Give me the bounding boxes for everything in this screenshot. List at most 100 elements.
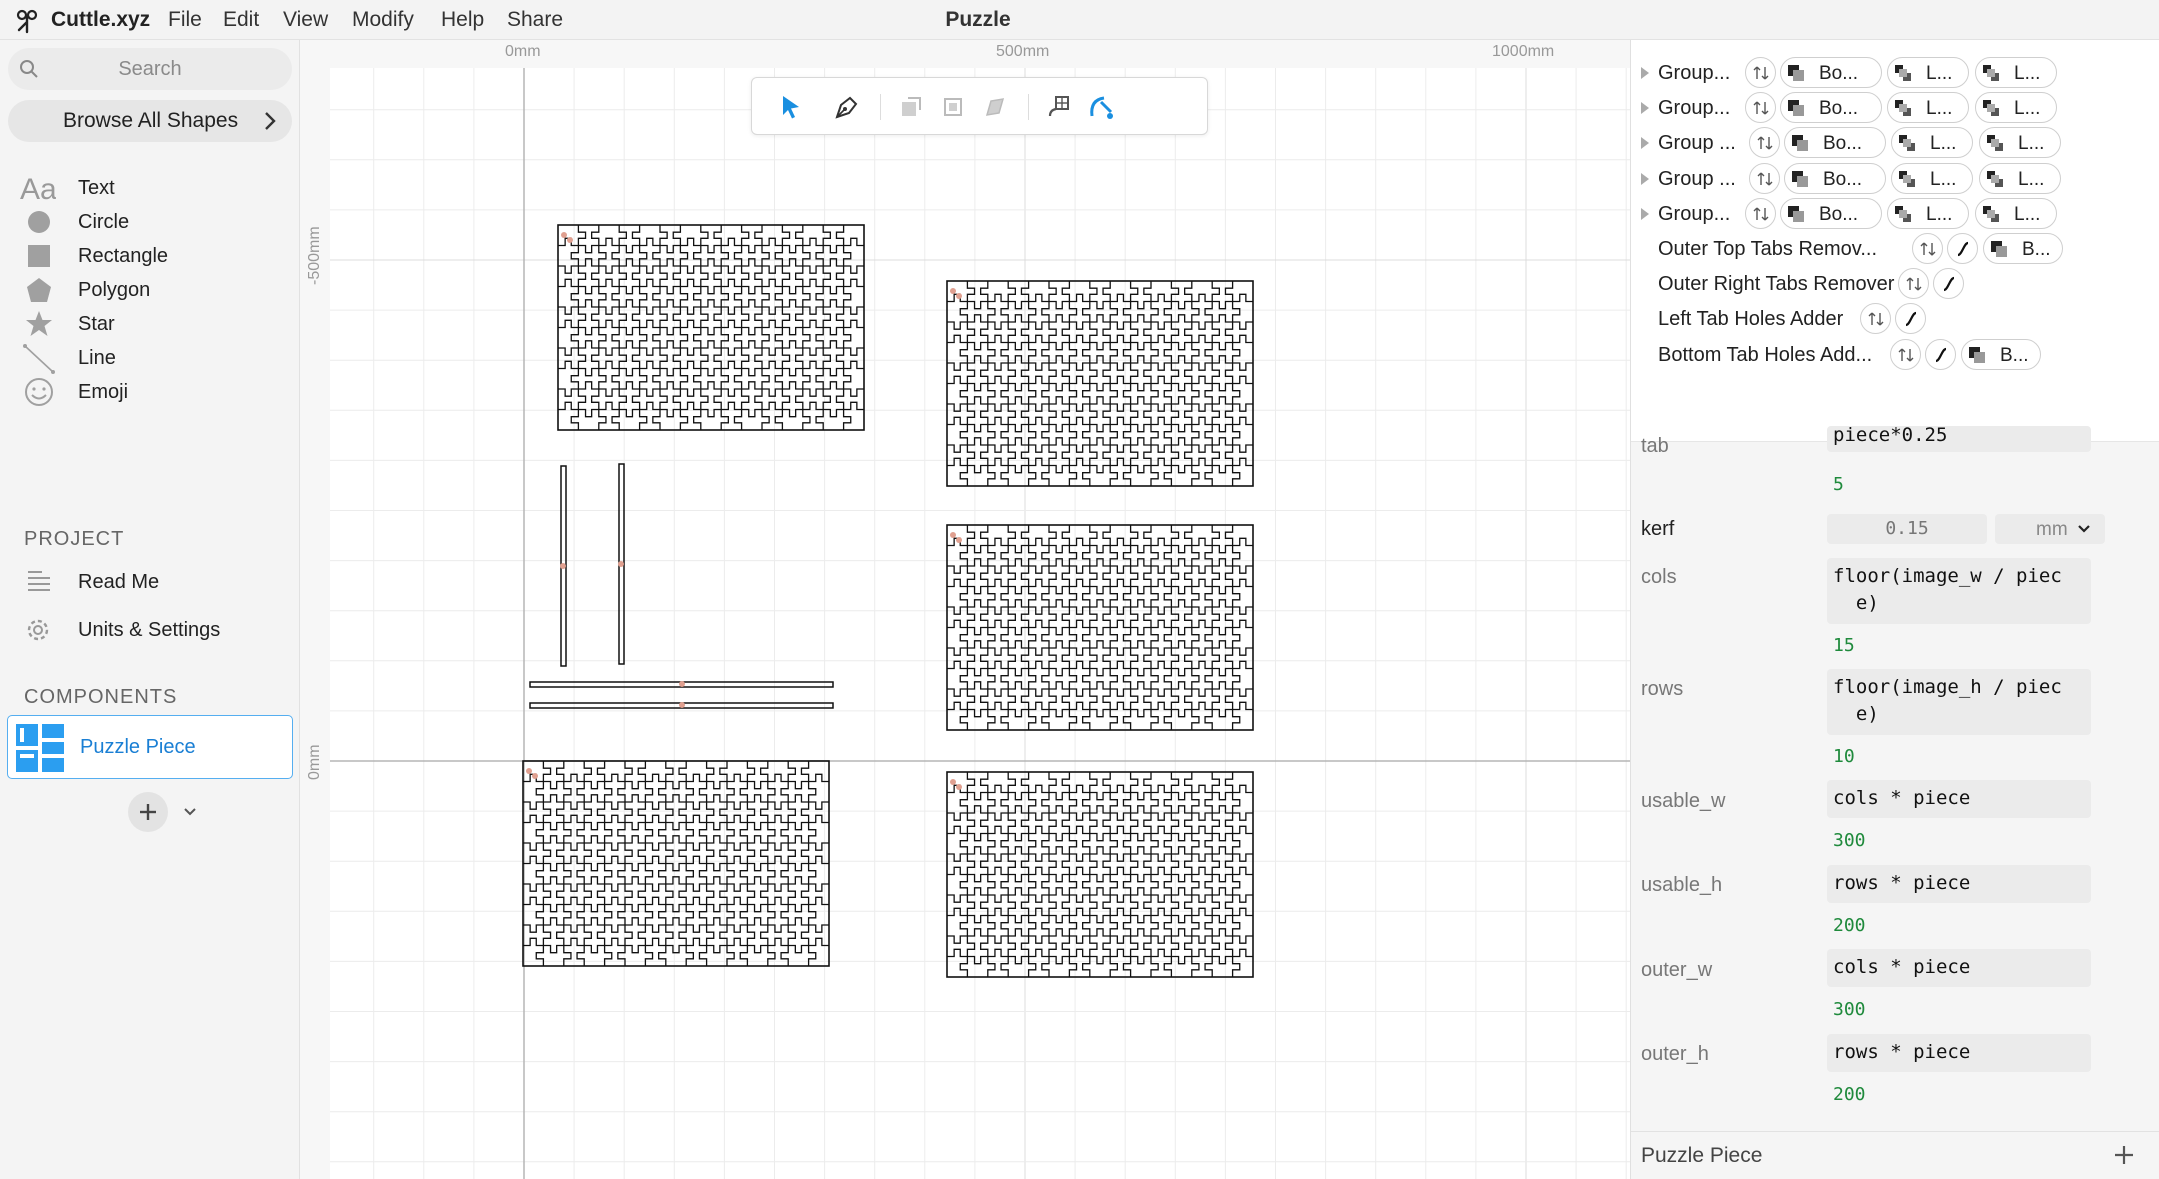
layer-stack-chip-label: L... xyxy=(2018,133,2045,155)
layer-boolean-chip[interactable]: Bo... xyxy=(1780,197,1882,229)
expand-triangle-icon[interactable] xyxy=(1639,136,1651,150)
browse-all-shapes-button[interactable]: Browse All Shapes xyxy=(8,100,292,142)
layer-direction-chip[interactable] xyxy=(1890,338,1921,370)
project-read-me[interactable]: Read Me xyxy=(0,562,300,602)
project-heading: PROJECT xyxy=(24,528,125,550)
param-usable-h-expression[interactable]: rows * piece xyxy=(1827,865,2091,903)
layer-direction-chip[interactable] xyxy=(1749,162,1780,194)
browse-all-shapes-label: Browse All Shapes xyxy=(63,109,239,132)
project-units-settings[interactable]: Units & Settings xyxy=(0,610,300,650)
layer-boolean-chip[interactable]: B... xyxy=(1983,233,2063,264)
puzzle-cut-lines xyxy=(947,281,1253,486)
layer-direction-chip[interactable] xyxy=(1912,233,1943,264)
read-me-label: Read Me xyxy=(78,571,160,593)
circle-icon xyxy=(28,211,50,233)
layer-curve-chip[interactable] xyxy=(1933,268,1964,300)
expand-triangle-icon[interactable] xyxy=(1639,66,1651,80)
layer-curve-chip[interactable] xyxy=(1925,338,1956,370)
param-tab-expression[interactable]: piece*0.25 xyxy=(1827,426,2091,452)
layer-stack-chip[interactable]: L... xyxy=(1975,92,2057,124)
canvas-drawing[interactable] xyxy=(300,40,1630,1179)
components-heading: COMPONENTS xyxy=(24,686,178,708)
layer-boolean-chip[interactable]: Bo... xyxy=(1784,127,1886,159)
transform-icon-2[interactable] xyxy=(936,90,970,124)
shape-polygon-label: Polygon xyxy=(78,279,151,301)
shape-emoji-label: Emoji xyxy=(78,381,129,403)
emoji-icon xyxy=(25,378,53,406)
layer-stack-chip[interactable]: L... xyxy=(1891,162,1973,194)
design-canvas[interactable] xyxy=(300,40,1630,1179)
param-outer-h-value: 200 xyxy=(1833,1084,1866,1105)
unit-select-value: mm xyxy=(2036,519,2068,540)
layer-direction-chip[interactable] xyxy=(1745,57,1776,88)
layer-stack-chip[interactable]: L... xyxy=(1979,162,2061,194)
swap-direction-icon xyxy=(1753,101,1769,115)
magnet-snap-icon[interactable] xyxy=(1084,90,1118,124)
shape-emoji[interactable]: Emoji xyxy=(0,372,300,412)
param-outer-h-expression[interactable]: rows * piece xyxy=(1827,1034,2091,1072)
curve-icon xyxy=(1905,312,1917,327)
ruler-left-label-0: 0mm xyxy=(306,744,323,780)
add-component-button[interactable] xyxy=(128,792,168,832)
transform-icon-1[interactable] xyxy=(894,90,928,124)
param-cols-value: 15 xyxy=(1833,635,1855,656)
layer-boolean-chip[interactable]: Bo... xyxy=(1780,57,1882,88)
puzzle-board xyxy=(557,224,865,431)
layer-row[interactable]: Group... Bo... L... L... xyxy=(1631,91,2159,126)
search-input[interactable]: Search xyxy=(8,48,292,90)
layer-row[interactable]: Left Tab Holes Adder xyxy=(1631,302,2159,337)
layer-boolean-chip-label: Bo... xyxy=(1819,63,1859,84)
add-parameter-plus-icon[interactable] xyxy=(2111,1142,2137,1168)
layer-stack-chip[interactable]: L... xyxy=(1887,92,1969,124)
gear-icon xyxy=(27,619,49,641)
layer-curve-chip[interactable] xyxy=(1895,303,1926,335)
layer-stack-chip[interactable]: L... xyxy=(1979,127,2061,159)
layer-row[interactable]: Group ... Bo... L... L... xyxy=(1631,126,2159,161)
param-kerf-name: kerf xyxy=(1641,518,1675,540)
component-puzzle-piece[interactable]: Puzzle Piece xyxy=(7,715,293,779)
param-outer-w-expression[interactable]: cols * piece xyxy=(1827,949,2091,987)
swap-direction-icon xyxy=(1920,242,1936,256)
document-lines-icon xyxy=(28,571,50,591)
transform-icon-3[interactable] xyxy=(978,90,1012,124)
layer-direction-chip[interactable] xyxy=(1745,92,1776,124)
expand-triangle-icon[interactable] xyxy=(1639,172,1651,186)
unit-select[interactable]: mm xyxy=(1995,514,2105,544)
layer-row[interactable]: Outer Right Tabs Remover xyxy=(1631,267,2159,302)
layer-stack-icon xyxy=(1987,135,2003,152)
anchor-point xyxy=(956,293,962,299)
layer-row[interactable]: Outer Top Tabs Remov... B... xyxy=(1631,232,2159,267)
puzzle-cut-lines xyxy=(523,761,829,966)
layer-name: Group... xyxy=(1658,62,1731,84)
layer-direction-chip[interactable] xyxy=(1860,303,1891,335)
layer-boolean-chip[interactable]: Bo... xyxy=(1784,162,1886,194)
boolean-union-icon xyxy=(1792,135,1808,152)
layer-direction-chip[interactable] xyxy=(1749,127,1780,159)
layer-curve-chip[interactable] xyxy=(1947,233,1978,264)
param-cols-expression[interactable]: floor(image_w / piec e) xyxy=(1827,558,2091,624)
layer-direction-chip[interactable] xyxy=(1745,197,1776,229)
param-rows-expression[interactable]: floor(image_h / piec e) xyxy=(1827,669,2091,735)
expand-triangle-icon[interactable] xyxy=(1639,207,1651,221)
layer-direction-chip[interactable] xyxy=(1898,268,1929,300)
layer-row[interactable]: Group ... Bo... L... L... xyxy=(1631,162,2159,197)
node-edit-icon[interactable] xyxy=(1042,90,1076,124)
layer-row[interactable]: Bottom Tab Holes Add... B... xyxy=(1631,338,2159,373)
expand-triangle-icon[interactable] xyxy=(1639,101,1651,115)
select-arrow-icon[interactable] xyxy=(774,90,808,124)
layer-stack-chip-label: L... xyxy=(2014,63,2041,84)
layer-boolean-chip[interactable]: Bo... xyxy=(1780,92,1882,124)
param-usable-w-expression[interactable]: cols * piece xyxy=(1827,780,2091,818)
layer-stack-chip[interactable]: L... xyxy=(1887,57,1969,88)
layer-stack-chip[interactable]: L... xyxy=(1975,197,2057,229)
layer-boolean-chip[interactable]: B... xyxy=(1961,338,2041,370)
layer-row[interactable]: Group... Bo... L... L... xyxy=(1631,197,2159,232)
layer-stack-chip[interactable]: L... xyxy=(1975,57,2057,88)
param-kerf-input[interactable]: 0.15 xyxy=(1827,514,1987,544)
pen-tool-icon[interactable] xyxy=(830,90,864,124)
chevron-down-icon[interactable] xyxy=(183,805,197,819)
layer-row[interactable]: Group... Bo... L... L... xyxy=(1631,56,2159,91)
layer-stack-chip[interactable]: L... xyxy=(1891,127,1973,159)
document-title[interactable]: Puzzle xyxy=(0,8,1956,32)
layer-stack-chip[interactable]: L... xyxy=(1887,197,1969,229)
